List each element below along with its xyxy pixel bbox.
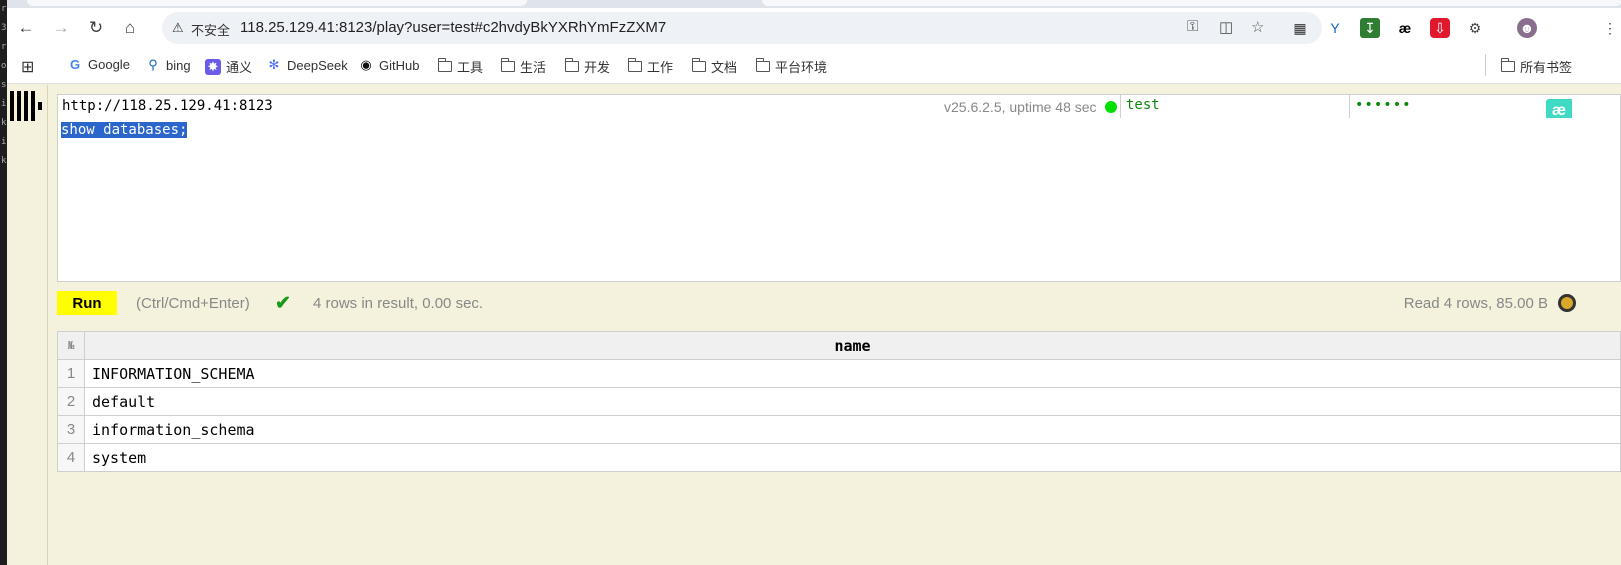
folder-icon <box>437 58 452 72</box>
bookmark-github[interactable]: ◉ GitHub <box>358 57 419 73</box>
ae-extension-icon[interactable]: æ <box>1395 18 1415 38</box>
row-number: 1 <box>57 359 85 388</box>
table-cell[interactable]: system <box>84 443 1621 472</box>
deepseek-icon: ✻ <box>268 57 280 72</box>
bookmarks-bar: ⊞ G Google ⚲ bing ✸ 通义 ✻ DeepSeek ◉ GitHub 工具… <box>7 48 1621 84</box>
browser-toolbar: ← → ↻ ⌂ ⚠ 不安全 118.25.129.41:8123/play?us… <box>7 8 1621 48</box>
read-stats: Read 4 rows, 85.00 B <box>1403 295 1548 312</box>
table-cell[interactable]: information_schema <box>84 415 1621 444</box>
run-bar: Run (Ctrl/Cmd+Enter) ✔ 4 rows in result,… <box>57 289 1621 319</box>
tab-active[interactable] <box>27 0 527 6</box>
table-row: 4 system <box>57 443 1621 472</box>
home-icon[interactable]: ⌂ <box>117 15 143 41</box>
google-icon: G <box>69 57 81 72</box>
server-version-info: v25.6.2.5, uptime 48 sec <box>944 99 1097 115</box>
apps-grid-icon[interactable]: ⊞ <box>21 57 34 77</box>
bookmark-folder-docs[interactable]: 文档 <box>691 57 737 76</box>
folder-icon <box>755 58 770 72</box>
table-row: 2 default <box>57 387 1621 416</box>
folder-icon <box>1500 58 1515 72</box>
background-window-strip: r3rosikik <box>0 0 7 565</box>
clickhouse-play-page: http://118.25.129.41:8123 v25.6.2.5, upt… <box>7 85 1621 565</box>
column-header-name: name <box>84 331 1621 360</box>
tongyi-icon: ✸ <box>205 58 221 75</box>
folder-icon <box>564 58 579 72</box>
run-button[interactable]: Run <box>57 291 117 315</box>
search-icon: ⚲ <box>148 57 158 72</box>
warning-icon: ⚠ <box>172 20 184 35</box>
bookmarks-divider <box>1485 54 1486 76</box>
folder-icon <box>691 58 706 72</box>
translate-icon[interactable]: ◫ <box>1219 18 1233 36</box>
save-extension-icon[interactable]: ⇩ <box>1430 18 1450 38</box>
connection-row: http://118.25.129.41:8123 v25.6.2.5, upt… <box>57 94 1621 119</box>
table-cell[interactable]: INFORMATION_SCHEMA <box>84 359 1621 388</box>
row-number-header: № <box>57 331 85 360</box>
row-number: 3 <box>57 415 85 444</box>
address-bar[interactable]: ⚠ 不安全 118.25.129.41:8123/play?user=test#… <box>162 12 1322 44</box>
success-check-icon: ✔ <box>275 293 291 314</box>
star-icon[interactable]: ☆ <box>1251 18 1264 36</box>
extension-icon-2[interactable]: Y <box>1325 18 1345 38</box>
shortcut-hint: (Ctrl/Cmd+Enter) <box>136 295 250 312</box>
bookmark-folder-platform[interactable]: 平台环境 <box>755 57 827 76</box>
table-cell[interactable]: default <box>84 387 1621 416</box>
bookmark-folder-work[interactable]: 工作 <box>627 57 673 76</box>
bookmark-bing[interactable]: ⚲ bing <box>145 57 190 73</box>
avatar[interactable]: ☻ <box>1517 18 1537 38</box>
insecure-label: 不安全 <box>191 23 231 38</box>
github-icon: ◉ <box>360 57 372 72</box>
bookmark-all-bookmarks[interactable]: 所有书签 <box>1500 57 1572 76</box>
folder-icon <box>627 58 642 72</box>
bookmark-deepseek[interactable]: ✻ DeepSeek <box>266 57 348 73</box>
url-text[interactable]: 118.25.129.41:8123/play?user=test#c2hvdy… <box>240 19 666 36</box>
bookmark-folder-life[interactable]: 生活 <box>500 57 546 76</box>
bookmark-folder-tools[interactable]: 工具 <box>437 57 483 76</box>
extension-icon-1[interactable]: ▦ <box>1290 18 1310 38</box>
user-input[interactable]: test <box>1120 94 1349 119</box>
download-extension-icon[interactable]: ↧ <box>1360 18 1380 38</box>
bookmark-google[interactable]: G Google <box>67 57 130 72</box>
table-row: 1 INFORMATION_SCHEMA <box>57 359 1621 388</box>
extensions-puzzle-icon[interactable]: ⚙ <box>1465 18 1485 38</box>
results-header-row: № name <box>57 331 1621 360</box>
bookmark-folder-dev[interactable]: 开发 <box>564 57 610 76</box>
key-icon[interactable]: ⚿ <box>1187 18 1198 35</box>
menu-icon[interactable]: ⋮ <box>1600 18 1620 38</box>
back-icon[interactable]: ← <box>13 15 39 41</box>
bookmark-tongyi[interactable]: ✸ 通义 <box>205 57 252 76</box>
query-editor[interactable]: show databases; <box>57 118 1621 282</box>
password-input[interactable]: •••••• <box>1349 94 1621 119</box>
server-url-input[interactable]: http://118.25.129.41:8123 <box>62 98 273 114</box>
forward-icon[interactable]: → <box>48 15 74 41</box>
folder-icon <box>500 58 515 72</box>
result-message: 4 rows in result, 0.00 sec. <box>313 295 484 312</box>
results-table: № name 1 INFORMATION_SCHEMA 2 default 3 … <box>57 331 1621 472</box>
query-text: show databases; <box>61 122 188 138</box>
clickhouse-logo <box>10 91 42 121</box>
gutter-divider <box>47 85 48 565</box>
tab-other[interactable] <box>762 0 1621 6</box>
row-number: 2 <box>57 387 85 416</box>
row-number: 4 <box>57 443 85 472</box>
tab-strip <box>7 0 1621 8</box>
server-status-indicator <box>1105 101 1117 113</box>
theme-toggle-icon[interactable] <box>1558 294 1576 312</box>
reload-icon[interactable]: ↻ <box>83 15 109 41</box>
table-row: 3 information_schema <box>57 415 1621 444</box>
